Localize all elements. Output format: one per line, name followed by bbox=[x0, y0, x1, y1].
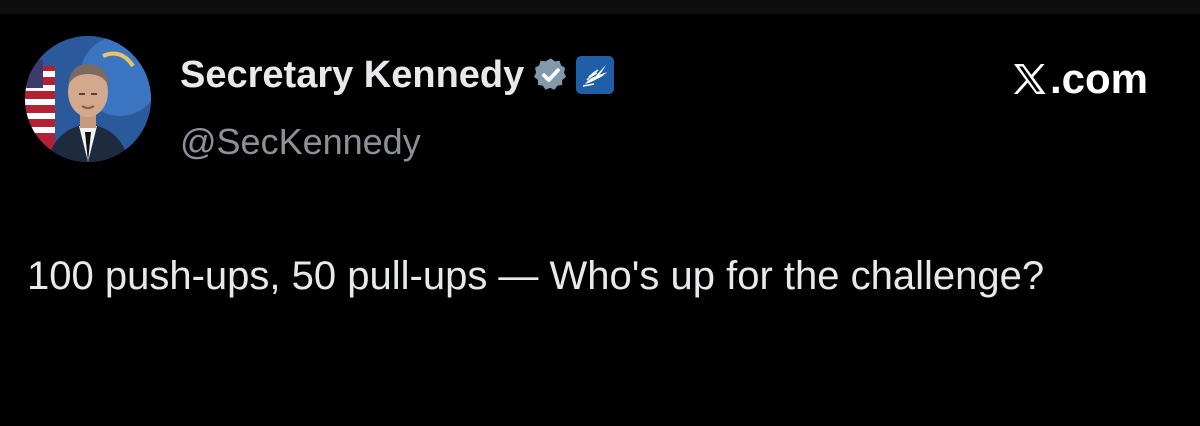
hhs-eagle-icon[interactable] bbox=[576, 56, 615, 94]
brand-domain-label: .com bbox=[1049, 55, 1148, 102]
post-text: 100 push-ups, 50 pull-ups — Who's up for… bbox=[27, 254, 1045, 298]
verified-badge-icon bbox=[532, 56, 570, 94]
x-com-brand: .com bbox=[1010, 56, 1148, 102]
avatar-portrait bbox=[25, 36, 151, 162]
display-name[interactable]: Secretary Kennedy bbox=[180, 52, 524, 98]
x-logo-icon bbox=[1013, 63, 1046, 95]
avatar[interactable] bbox=[25, 36, 151, 162]
top-strip bbox=[0, 0, 1200, 14]
author-handle[interactable]: @SecKennedy bbox=[180, 120, 421, 164]
author-name-row: Secretary Kennedy bbox=[180, 52, 615, 98]
post-card: Secretary Kennedy @SecKennedy .com 100 p… bbox=[0, 14, 1200, 426]
